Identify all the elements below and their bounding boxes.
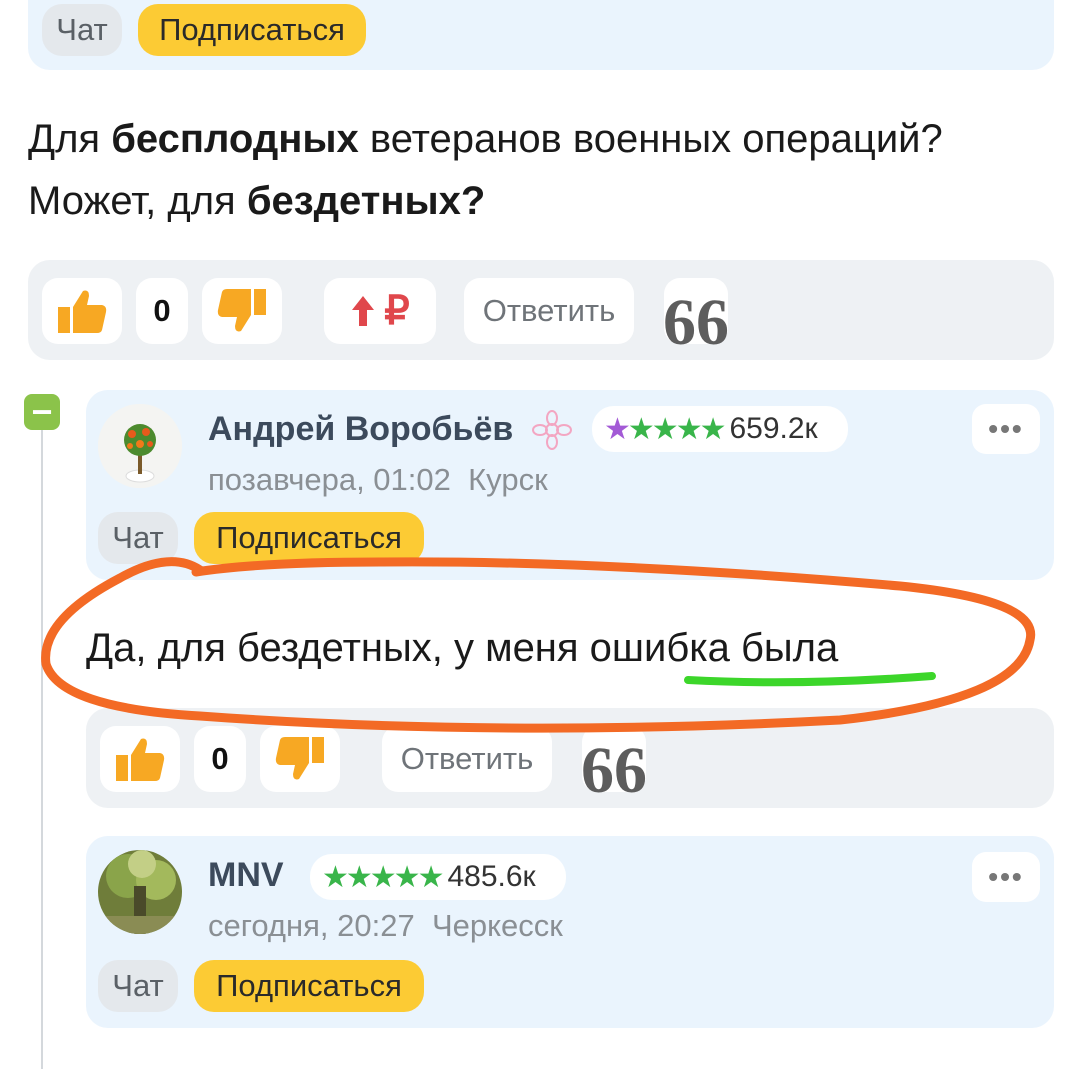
ruble-icon: ₽ xyxy=(384,289,410,333)
subscribe-button[interactable]: Подписаться xyxy=(138,4,366,56)
thumbs-down-icon xyxy=(275,737,324,780)
reply-button[interactable]: Ответить xyxy=(382,726,552,792)
like-button[interactable] xyxy=(42,278,122,344)
reply-button[interactable]: Ответить xyxy=(464,278,634,344)
arrow-up-icon xyxy=(352,296,375,326)
comment-meta: сегодня, 20:27 Черкесск xyxy=(208,908,563,944)
chat-button[interactable]: Чат xyxy=(98,960,178,1012)
chat-button[interactable]: Чат xyxy=(42,4,122,56)
quote-button[interactable]: 66 xyxy=(663,278,729,356)
subscribe-button[interactable]: Подписаться xyxy=(194,960,424,1012)
more-options-button[interactable]: ••• xyxy=(972,404,1040,454)
post-text: Для бесплодных ветеранов военных операци… xyxy=(28,117,943,223)
donate-button[interactable]: ₽ xyxy=(324,278,436,344)
like-count: 0 xyxy=(194,726,246,792)
like-count: 0 xyxy=(136,278,188,344)
collapse-thread-button[interactable]: − xyxy=(24,394,60,430)
chat-button[interactable]: Чат xyxy=(98,512,178,564)
quote-button[interactable]: 66 xyxy=(581,726,647,804)
like-button[interactable] xyxy=(100,726,180,792)
user-rating: ★★★★★ 659.2к xyxy=(592,406,848,452)
green-underline-annotation xyxy=(684,672,936,687)
author-name[interactable]: Андрей Воробьёв xyxy=(208,410,513,449)
rating-stars-icon: ★★★★★ xyxy=(604,412,726,446)
thumbs-up-icon xyxy=(58,290,107,333)
dislike-button[interactable] xyxy=(260,726,340,792)
comment-date: позавчера, 01:02 xyxy=(208,462,451,497)
more-options-button[interactable]: ••• xyxy=(972,852,1040,902)
avatar[interactable] xyxy=(98,850,182,934)
user-rating: ★★★★★ 485.6к xyxy=(310,854,566,900)
comment-meta: позавчера, 01:02 Курск xyxy=(208,462,548,498)
author-name[interactable]: MNV xyxy=(208,856,284,895)
plant-avatar-icon xyxy=(98,404,182,488)
comment-text: Да, для бездетных, у меня ошибка была xyxy=(86,626,839,670)
thumbs-up-icon xyxy=(116,738,165,781)
minus-icon: − xyxy=(31,391,53,432)
comment-date: сегодня, 20:27 xyxy=(208,908,415,943)
thumbs-down-icon xyxy=(217,289,266,332)
dislike-button[interactable] xyxy=(202,278,282,344)
comment-city: Черкесск xyxy=(431,908,563,943)
comment-city: Курск xyxy=(468,462,548,497)
flower-badge-icon xyxy=(532,410,572,450)
avatar[interactable] xyxy=(98,404,182,488)
rating-stars-icon: ★★★★★ xyxy=(322,860,444,894)
thread-line xyxy=(41,420,43,1069)
subscribe-button[interactable]: Подписаться xyxy=(194,512,424,564)
tree-avatar-icon xyxy=(98,850,182,934)
